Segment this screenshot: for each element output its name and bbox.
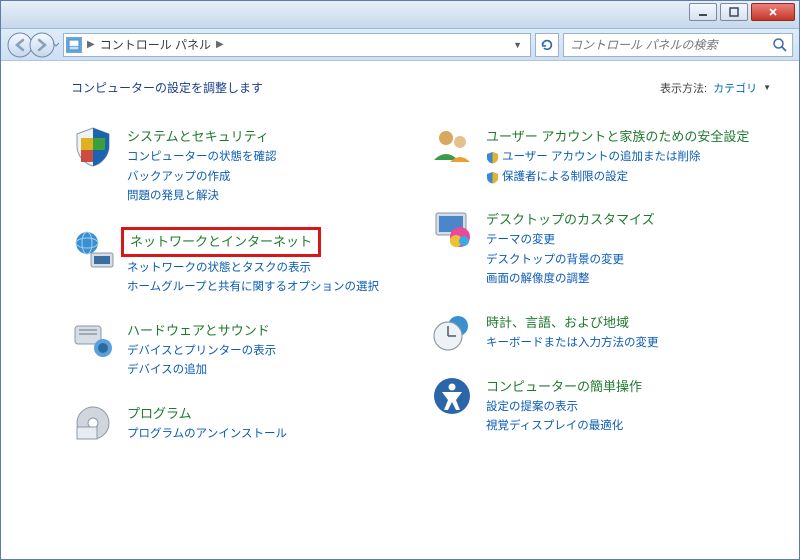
category-columns: システムとセキュリティ コンピューターの状態を確認 バックアップの作成 問題の発… bbox=[71, 124, 771, 445]
clock-icon bbox=[430, 310, 474, 354]
search-input[interactable] bbox=[568, 37, 772, 53]
ease-access-icon bbox=[430, 374, 474, 418]
sub-link[interactable]: コンピューターの状態を確認 bbox=[127, 148, 412, 168]
viewby-control[interactable]: 表示方法: カテゴリ ▼ bbox=[660, 80, 771, 96]
cat-network-internet: ネットワークとインターネット ネットワークの状態とタスクの表示 ホームグループと… bbox=[71, 227, 412, 298]
chevron-down-icon: ▼ bbox=[763, 83, 771, 92]
cat-title[interactable]: 時計、言語、および地域 bbox=[486, 312, 629, 331]
breadcrumb[interactable]: ▶ コントロール パネル ▶ ▼ bbox=[63, 33, 531, 57]
chevron-right-icon: ▶ bbox=[84, 39, 98, 50]
window-buttons bbox=[689, 3, 795, 21]
network-icon bbox=[71, 227, 115, 271]
page-title: コンピューターの設定を調整します bbox=[71, 79, 263, 96]
cat-programs: プログラム プログラムのアンインストール bbox=[71, 401, 412, 445]
sub-link[interactable]: デスクトップの背景の変更 bbox=[486, 251, 771, 271]
sub-link[interactable]: プログラムのアンインストール bbox=[127, 425, 412, 445]
breadcrumb-label: コントロール パネル bbox=[100, 36, 211, 53]
cat-title[interactable]: システムとセキュリティ bbox=[127, 126, 269, 145]
search-icon bbox=[772, 37, 788, 53]
sub-link[interactable]: ホームグループと共有に関するオプションの選択 bbox=[127, 278, 412, 298]
cat-appearance: デスクトップのカスタマイズ テーマの変更 デスクトップの背景の変更 画面の解像度… bbox=[430, 207, 771, 290]
sub-link[interactable]: 設定の提案の表示 bbox=[486, 398, 771, 418]
chevron-right-icon: ▶ bbox=[213, 39, 227, 50]
sub-link[interactable]: デバイスの追加 bbox=[127, 361, 412, 381]
control-panel-icon bbox=[66, 37, 82, 53]
nav-back-forward[interactable] bbox=[7, 32, 59, 58]
programs-icon bbox=[71, 401, 115, 445]
sub-link[interactable]: キーボードまたは入力方法の変更 bbox=[486, 334, 771, 354]
viewby-value: カテゴリ bbox=[713, 80, 757, 96]
cat-title[interactable]: ネットワークとインターネット bbox=[130, 231, 312, 250]
sub-link[interactable]: デバイスとプリンターの表示 bbox=[127, 342, 412, 362]
sub-link[interactable]: 問題の発見と解決 bbox=[127, 187, 412, 207]
sub-link[interactable]: 保護者による制限の設定 bbox=[486, 168, 771, 188]
highlight-box: ネットワークとインターネット bbox=[121, 227, 321, 257]
cat-user-accounts: ユーザー アカウントと家族のための安全設定 ユーザー アカウントの追加または削除… bbox=[430, 124, 771, 187]
shield-icon bbox=[486, 171, 499, 184]
sub-link[interactable]: ネットワークの状態とタスクの表示 bbox=[127, 259, 412, 279]
sub-link[interactable]: 画面の解像度の調整 bbox=[486, 270, 771, 290]
cat-hardware-sound: ハードウェアとサウンド デバイスとプリンターの表示 デバイスの追加 bbox=[71, 318, 412, 381]
cat-title[interactable]: デスクトップのカスタマイズ bbox=[486, 209, 655, 228]
refresh-icon bbox=[540, 38, 554, 52]
close-icon bbox=[768, 7, 778, 17]
left-column: システムとセキュリティ コンピューターの状態を確認 バックアップの作成 問題の発… bbox=[71, 124, 412, 445]
sub-link[interactable]: バックアップの作成 bbox=[127, 168, 412, 188]
cat-ease-of-access: コンピューターの簡単操作 設定の提案の表示 視覚ディスプレイの最適化 bbox=[430, 374, 771, 437]
right-column: ユーザー アカウントと家族のための安全設定 ユーザー アカウントの追加または削除… bbox=[430, 124, 771, 445]
cat-title[interactable]: ハードウェアとサウンド bbox=[127, 320, 270, 339]
sub-link[interactable]: ユーザー アカウントの追加または削除 bbox=[486, 148, 771, 168]
breadcrumb-dropdown-icon[interactable]: ▼ bbox=[507, 40, 528, 50]
hardware-icon bbox=[71, 318, 115, 362]
maximize-button[interactable] bbox=[720, 3, 748, 21]
sub-link[interactable]: 視覚ディスプレイの最適化 bbox=[486, 417, 771, 437]
system-security-icon bbox=[71, 124, 115, 168]
cat-clock-language: 時計、言語、および地域 キーボードまたは入力方法の変更 bbox=[430, 310, 771, 354]
appearance-icon bbox=[430, 207, 474, 251]
search-box[interactable] bbox=[563, 33, 793, 57]
maximize-icon bbox=[729, 7, 739, 17]
viewby-label: 表示方法: bbox=[660, 80, 707, 96]
minimize-icon bbox=[698, 7, 708, 17]
cat-title[interactable]: プログラム bbox=[127, 403, 192, 422]
close-button[interactable] bbox=[751, 3, 795, 21]
titlebar bbox=[1, 1, 799, 29]
refresh-button[interactable] bbox=[535, 33, 559, 57]
cat-title[interactable]: ユーザー アカウントと家族のための安全設定 bbox=[486, 126, 749, 145]
cat-title[interactable]: コンピューターの簡単操作 bbox=[486, 376, 642, 395]
minimize-button[interactable] bbox=[689, 3, 717, 21]
user-accounts-icon bbox=[430, 124, 474, 168]
cat-system-security: システムとセキュリティ コンピューターの状態を確認 バックアップの作成 問題の発… bbox=[71, 124, 412, 207]
sub-link[interactable]: テーマの変更 bbox=[486, 231, 771, 251]
address-bar: ▶ コントロール パネル ▶ ▼ bbox=[1, 29, 799, 61]
nav-arrows-icon bbox=[7, 32, 59, 58]
content-header: コンピューターの設定を調整します 表示方法: カテゴリ ▼ bbox=[71, 79, 771, 96]
content-area: コンピューターの設定を調整します 表示方法: カテゴリ ▼ システムとセキュリテ… bbox=[1, 61, 799, 455]
shield-icon bbox=[486, 151, 499, 164]
